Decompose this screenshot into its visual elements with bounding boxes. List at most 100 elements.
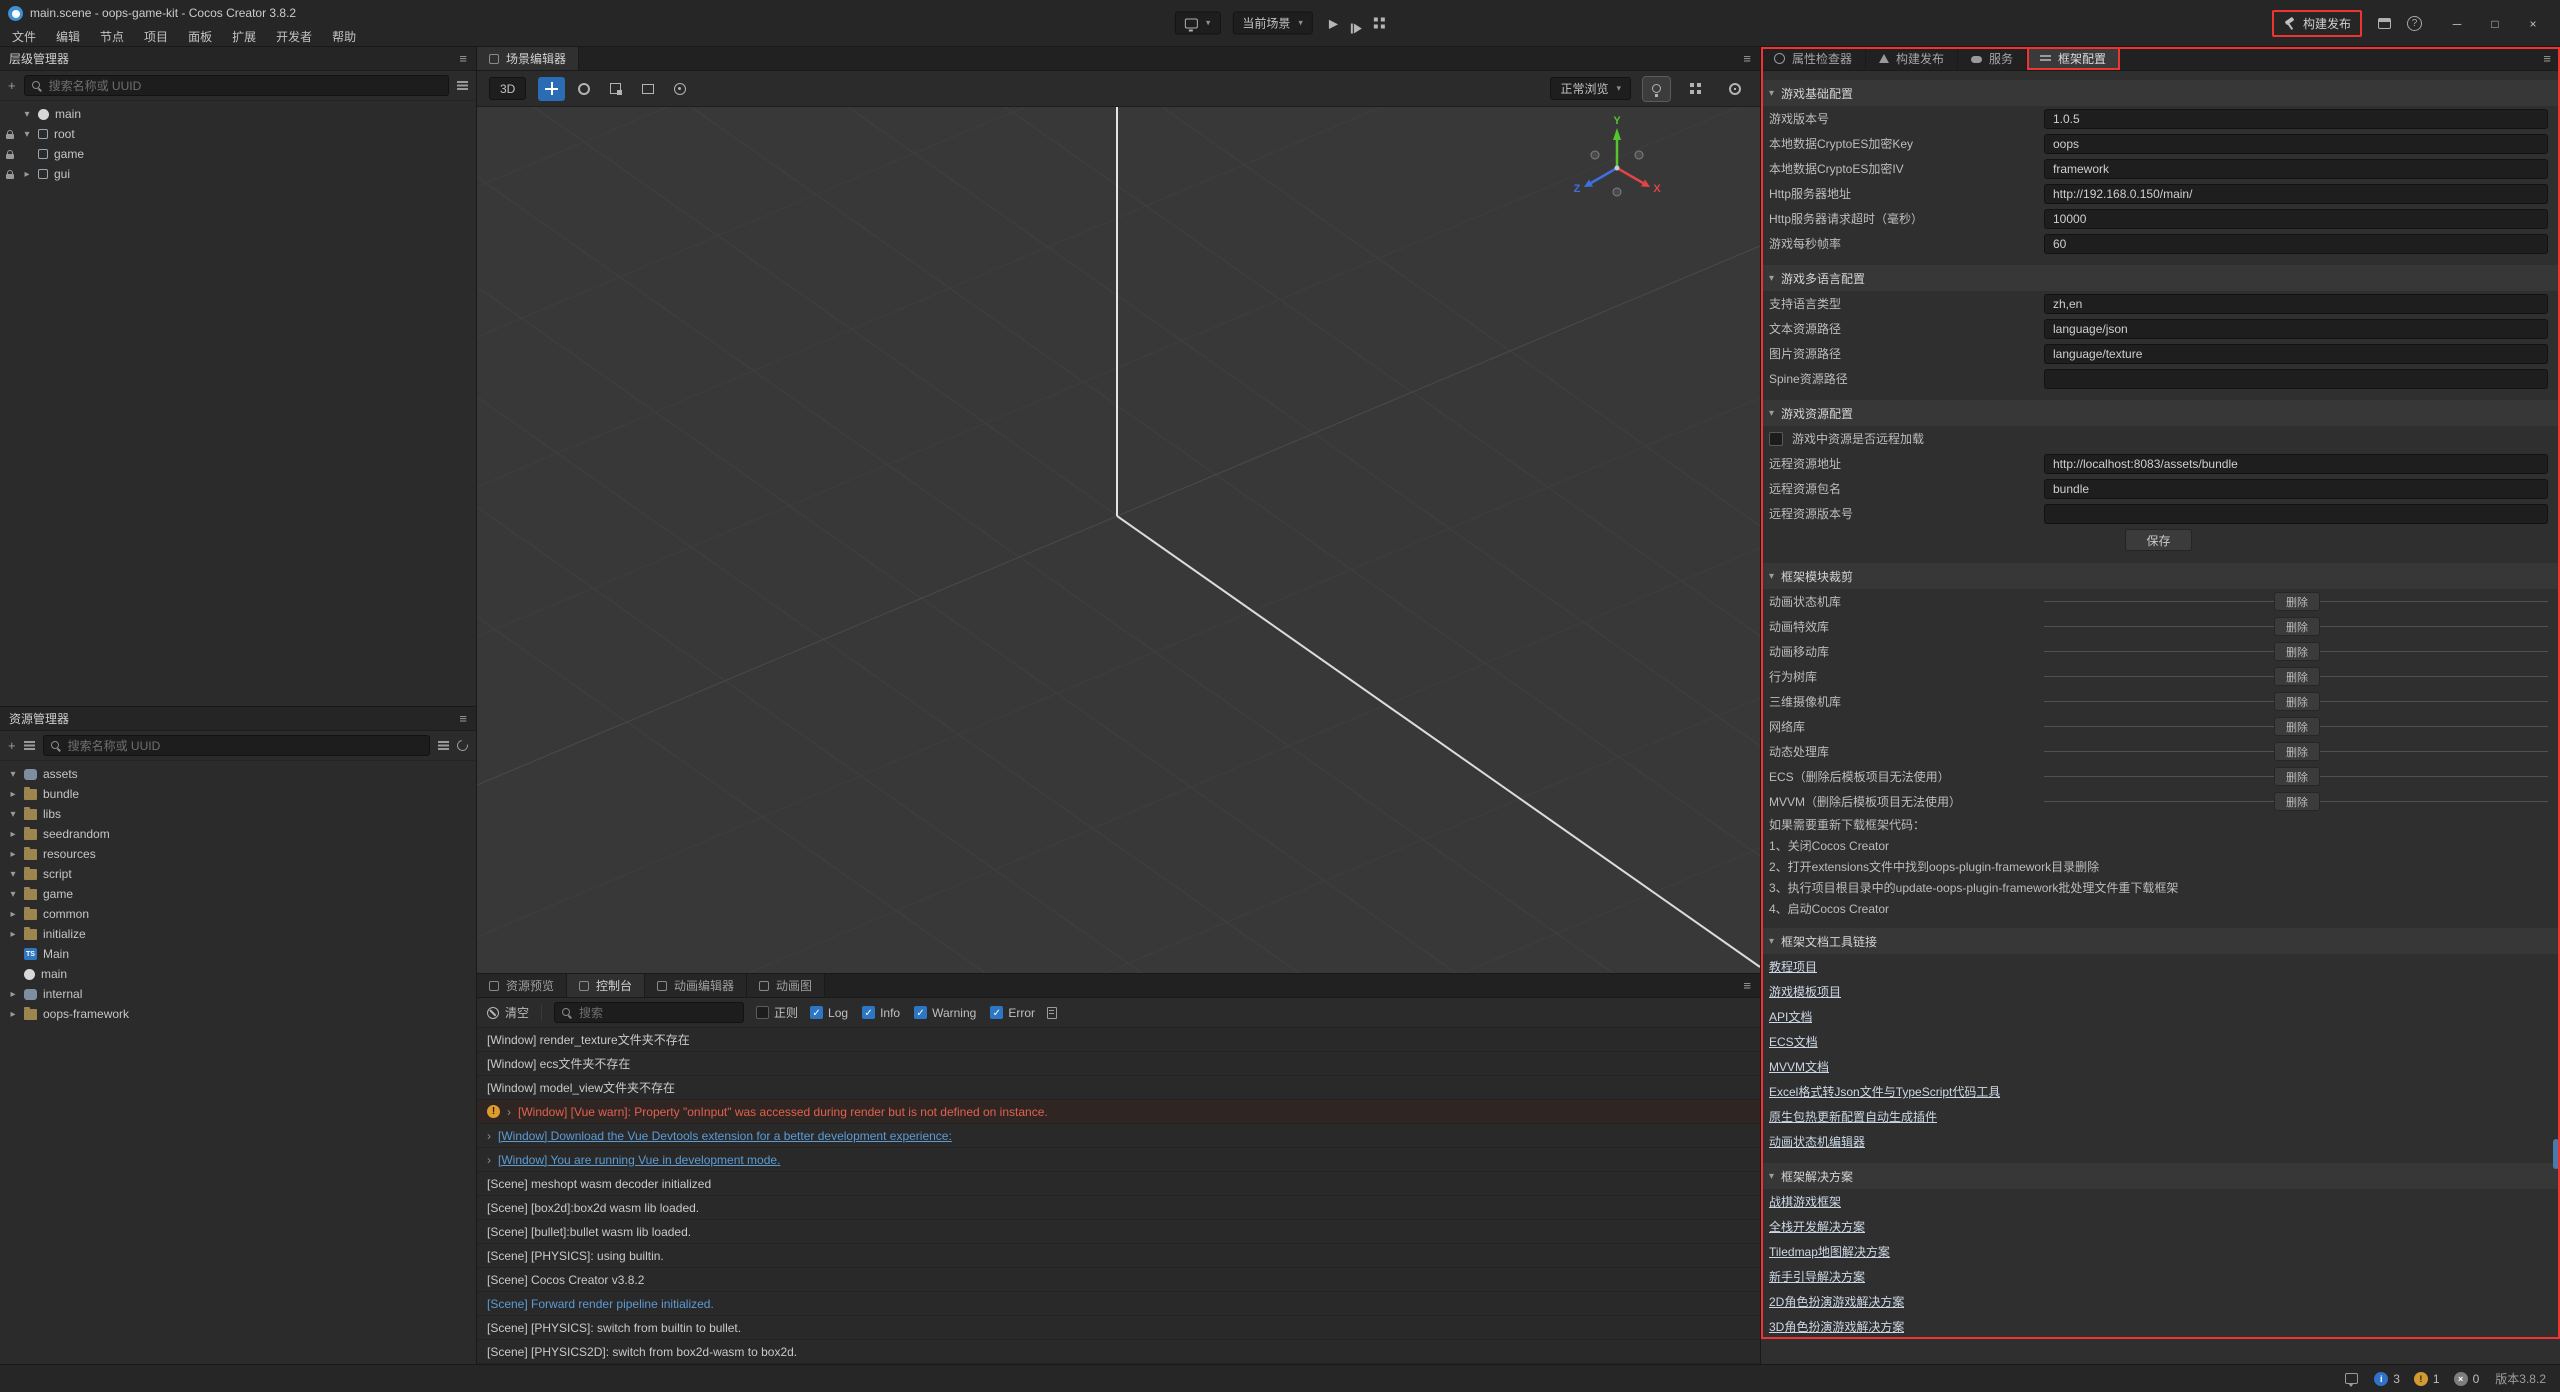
assets-search-input[interactable] xyxy=(68,739,422,753)
inspector-row[interactable]: ▾ 文本资源路径 language/json xyxy=(1761,316,2558,341)
expand-arrow-icon[interactable] xyxy=(8,909,18,920)
text-field[interactable]: http://192.168.0.150/main/ xyxy=(2044,184,2548,204)
scene-panel-menu-icon[interactable]: ≡ xyxy=(1743,51,1751,66)
inspector-row[interactable]: ▾ 3、执行项目根目录中的update-oops-plugin-framewor… xyxy=(1761,877,2558,898)
log-filter-checkbox[interactable]: Error xyxy=(990,1006,1035,1020)
menu-item[interactable]: 文件 xyxy=(2,28,46,45)
inspector-row[interactable]: ▾ 全栈开发解决方案 xyxy=(1761,1214,2558,1239)
asset-row[interactable]: assets xyxy=(0,764,476,784)
orientation-gizmo[interactable]: Y X Z xyxy=(1562,113,1672,223)
inspector-row[interactable]: ▾ 远程资源地址 http://localhost:8083/assets/bu… xyxy=(1761,451,2558,476)
expand-log-icon[interactable]: › xyxy=(487,1153,491,1167)
rotate-tool-button[interactable] xyxy=(570,77,597,101)
inspector-row[interactable]: ▾ 如果需要重新下载框架代码： xyxy=(1761,814,2558,835)
checkbox-icon[interactable] xyxy=(990,1006,1003,1019)
asset-row[interactable]: game xyxy=(0,884,476,904)
text-field[interactable] xyxy=(2044,369,2548,389)
scene-settings-button[interactable] xyxy=(1721,77,1748,101)
asset-row[interactable]: main xyxy=(0,964,476,984)
text-field[interactable]: 10000 xyxy=(2044,209,2548,229)
section-chevron-icon[interactable]: ▾ xyxy=(1769,571,1774,582)
inspector-row[interactable]: ▾ 图片资源路径 language/texture xyxy=(1761,341,2558,366)
delete-module-button[interactable]: 删除 xyxy=(2274,642,2320,661)
expand-arrow-icon[interactable] xyxy=(8,769,18,780)
expand-arrow-icon[interactable] xyxy=(8,1009,18,1020)
text-field[interactable]: language/json xyxy=(2044,319,2548,339)
inspector-row[interactable]: ▾ Spine资源路径 xyxy=(1761,366,2558,391)
asset-row[interactable]: libs xyxy=(0,804,476,824)
log-row[interactable]: ! › [Scene] [PHYSICS]: using builtin. xyxy=(477,1244,1760,1268)
text-field[interactable]: http://localhost:8083/assets/bundle xyxy=(2044,454,2548,474)
expand-log-icon[interactable]: › xyxy=(507,1105,511,1119)
menu-item[interactable]: 项目 xyxy=(134,28,178,45)
inspector-menu-icon[interactable]: ≡ xyxy=(2543,51,2560,66)
menu-item[interactable]: 开发者 xyxy=(266,28,322,45)
scene-select[interactable]: 当前场景 ▾ xyxy=(1232,12,1313,35)
text-field[interactable]: oops xyxy=(2044,134,2548,154)
assets-search[interactable] xyxy=(43,735,430,756)
checkbox-icon[interactable] xyxy=(914,1006,927,1019)
lock-icon[interactable] xyxy=(6,154,14,159)
view-mode-select[interactable]: 正常浏览 ▾ xyxy=(1550,77,1631,100)
inspector-row[interactable]: ▾ 游戏每秒帧率 60 xyxy=(1761,231,2558,256)
open-log-file-button[interactable] xyxy=(1047,1007,1057,1019)
inspector-row[interactable]: ▾ 保存 xyxy=(1761,526,2558,554)
delete-module-button[interactable]: 删除 xyxy=(2274,792,2320,811)
expand-arrow-icon[interactable] xyxy=(8,869,18,880)
inspector-row[interactable]: ▾ Http服务器请求超时（毫秒） 10000 xyxy=(1761,206,2558,231)
section-chevron-icon[interactable]: ▾ xyxy=(1769,936,1774,947)
log-row[interactable]: ! › [Window] model_view文件夹不存在 xyxy=(477,1076,1760,1100)
text-field[interactable]: bundle xyxy=(2044,479,2548,499)
delete-module-button[interactable]: 删除 xyxy=(2274,617,2320,636)
save-button[interactable]: 保存 xyxy=(2125,529,2191,551)
inspector-row[interactable]: ▾ 远程资源版本号 xyxy=(1761,501,2558,526)
maximize-button[interactable]: □ xyxy=(2476,10,2514,38)
console-tab[interactable]: 动画图 xyxy=(747,974,825,997)
section-chevron-icon[interactable]: ▾ xyxy=(1769,408,1774,419)
create-asset-button[interactable]: + xyxy=(8,738,16,753)
regex-checkbox[interactable] xyxy=(756,1006,769,1019)
menu-item[interactable]: 编辑 xyxy=(46,28,90,45)
regex-toggle[interactable]: 正则 xyxy=(756,1004,798,1021)
inspector-tab[interactable]: 属性检查器 xyxy=(1761,47,1866,70)
asset-row[interactable]: resources xyxy=(0,844,476,864)
inspector-row[interactable]: ▾ Excel格式转Json文件与TypeScript代码工具 xyxy=(1761,1079,2558,1104)
inspector-row[interactable]: ▾ ECS（删除后模板项目无法使用） 删除 xyxy=(1761,764,2558,789)
log-filter-checkbox[interactable]: Info xyxy=(862,1006,900,1020)
menu-item[interactable]: 扩展 xyxy=(222,28,266,45)
expand-arrow-icon[interactable] xyxy=(22,109,32,120)
inspector-row[interactable]: ▾ 框架解决方案 xyxy=(1761,1163,2558,1189)
log-filter-checkbox[interactable]: Log xyxy=(810,1006,848,1020)
inspector-row[interactable]: ▾ 战棋游戏框架 xyxy=(1761,1189,2558,1214)
console-tab[interactable]: 控制台 xyxy=(567,974,645,997)
create-node-button[interactable]: + xyxy=(8,78,16,93)
checkbox-icon[interactable] xyxy=(862,1006,875,1019)
asset-row[interactable]: Main xyxy=(0,944,476,964)
inspector-row[interactable]: ▾ 原生包热更新配置自动生成插件 xyxy=(1761,1104,2558,1129)
log-counter[interactable]: ! 1 xyxy=(2414,1372,2440,1386)
section-chevron-icon[interactable]: ▾ xyxy=(1769,1171,1774,1182)
menu-item[interactable]: 面板 xyxy=(178,28,222,45)
inspector-row[interactable]: ▾ 动画移动库 删除 xyxy=(1761,639,2558,664)
expand-arrow-icon[interactable] xyxy=(22,129,32,140)
minimize-button[interactable]: ─ xyxy=(2438,10,2476,38)
inspector-row[interactable]: ▾ 游戏资源配置 xyxy=(1761,400,2558,426)
inspector-row[interactable]: ▾ 本地数据CryptoES加密IV framework xyxy=(1761,156,2558,181)
text-field[interactable]: zh,en xyxy=(2044,294,2548,314)
inspector-row[interactable]: ▾ Tiledmap地图解决方案 xyxy=(1761,1239,2558,1264)
delete-module-button[interactable]: 删除 xyxy=(2274,742,2320,761)
delete-module-button[interactable]: 删除 xyxy=(2274,667,2320,686)
expand-arrow-icon[interactable] xyxy=(8,929,18,940)
text-field[interactable]: 1.0.5 xyxy=(2044,109,2548,129)
inspector-row[interactable]: ▾ 行为树库 删除 xyxy=(1761,664,2558,689)
inspector-row[interactable]: ▾ 3D角色扮演游戏解决方案 xyxy=(1761,1314,2558,1339)
section-chevron-icon[interactable]: ▾ xyxy=(1769,273,1774,284)
asset-row[interactable]: internal xyxy=(0,984,476,1004)
assets-menu-icon[interactable]: ≡ xyxy=(459,711,467,726)
asset-row[interactable]: oops-framework xyxy=(0,1004,476,1024)
lighting-toggle-button[interactable] xyxy=(1643,77,1670,101)
inspector-row[interactable]: ▾ 2D角色扮演游戏解决方案 xyxy=(1761,1289,2558,1314)
platform-select[interactable]: ▾ xyxy=(1175,12,1221,35)
delete-module-button[interactable]: 删除 xyxy=(2274,592,2320,611)
clear-console-button[interactable]: 清空 xyxy=(487,1004,529,1021)
